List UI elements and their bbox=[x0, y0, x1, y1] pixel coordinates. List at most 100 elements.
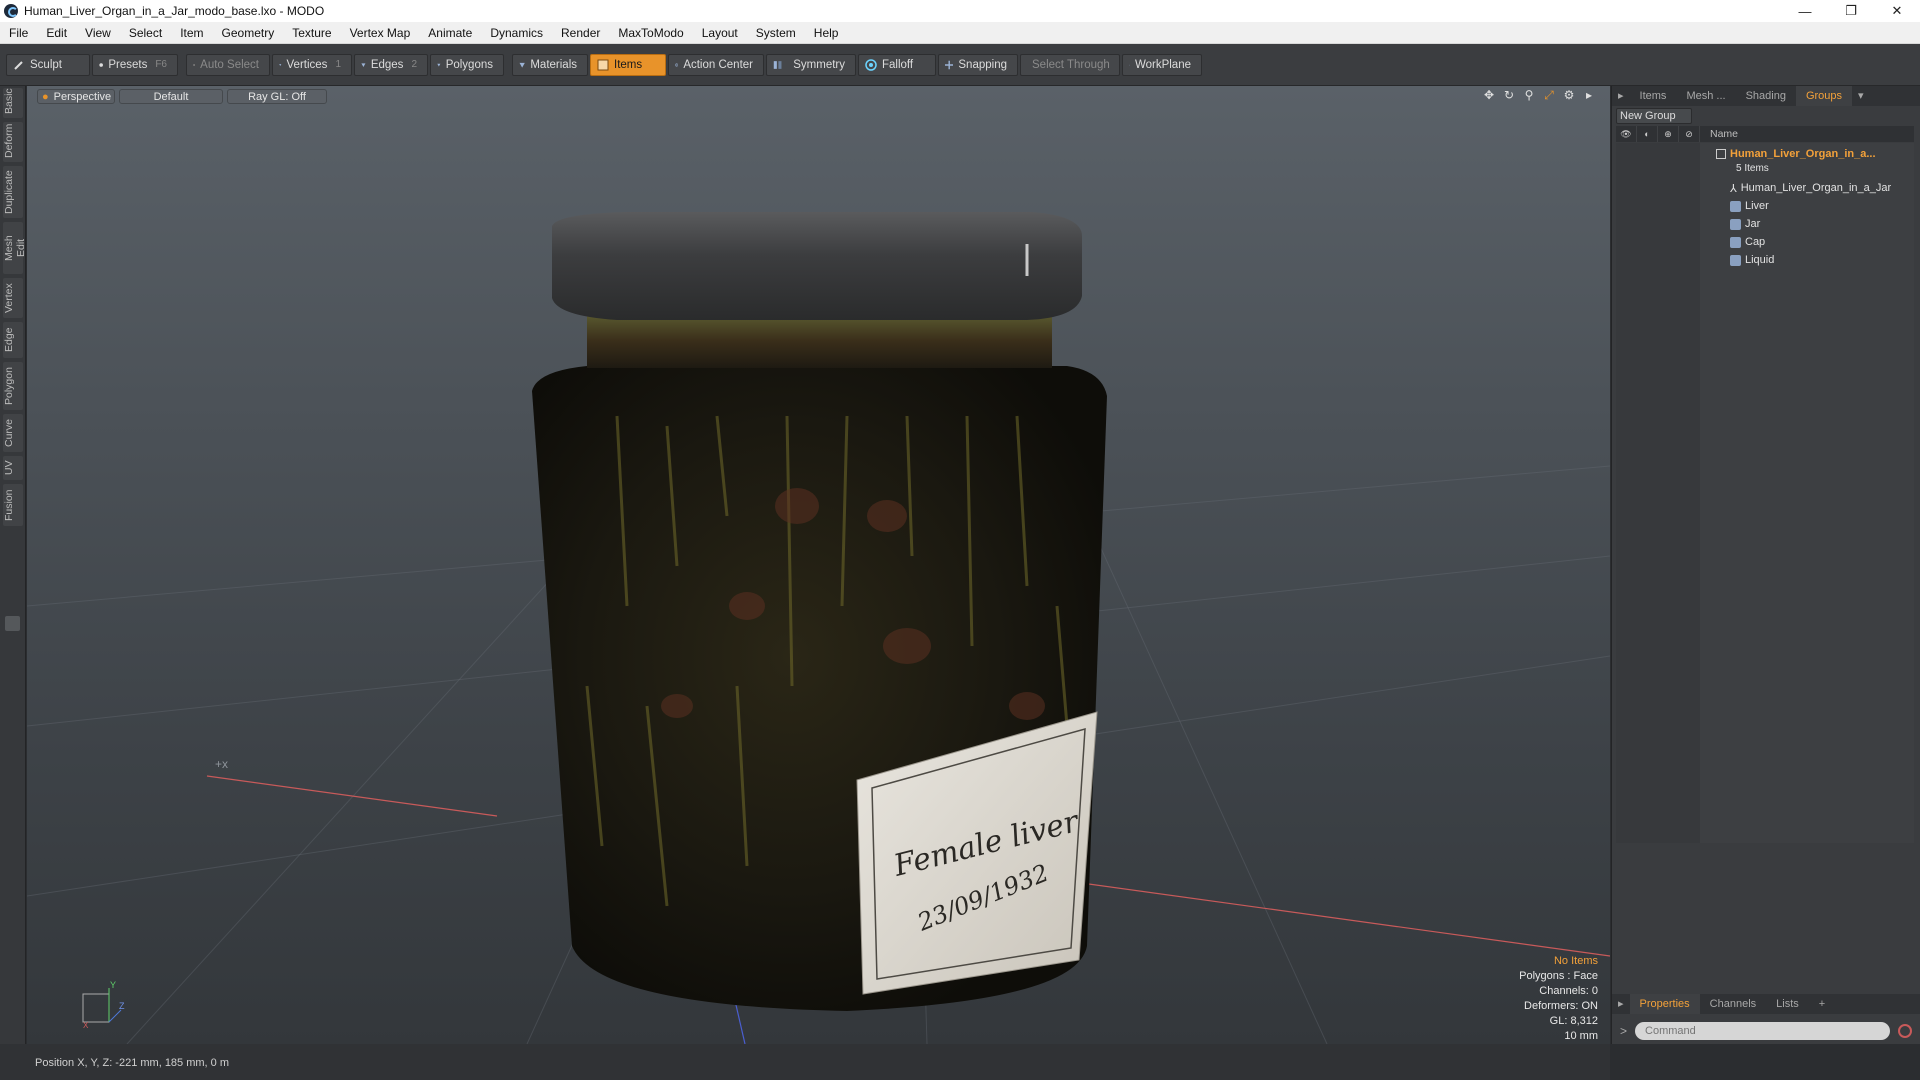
menu-dynamics[interactable]: Dynamics bbox=[481, 22, 552, 44]
edges-shortcut: 2 bbox=[411, 59, 417, 70]
list-item[interactable]: ⅄ Human_Liver_Organ_in_a_Jar bbox=[1730, 179, 1920, 197]
visibility-column-icon[interactable]: 👁 bbox=[1616, 126, 1637, 142]
select-through-label: Select Through bbox=[1032, 58, 1110, 71]
sculpt-button[interactable]: Sculpt bbox=[6, 53, 90, 76]
list-item[interactable]: Jar bbox=[1730, 215, 1920, 233]
select-through-button[interactable]: Select Through bbox=[1020, 53, 1120, 76]
polygons-button[interactable]: Polygons bbox=[430, 53, 504, 76]
menu-help[interactable]: Help bbox=[805, 22, 848, 44]
command-history-icon[interactable] bbox=[1898, 1024, 1913, 1038]
menu-view[interactable]: View bbox=[76, 22, 120, 44]
tab-channels[interactable]: Channels bbox=[1700, 994, 1766, 1014]
view-perspective-button[interactable]: ● Perspective bbox=[37, 88, 115, 104]
tab-mesh-edit[interactable]: Mesh Edit bbox=[3, 222, 27, 274]
materials-label: Materials bbox=[530, 58, 577, 71]
lock-column-icon[interactable]: ⊕ bbox=[1658, 126, 1679, 142]
minimize-button[interactable]: — bbox=[1782, 0, 1828, 22]
tab-polygon[interactable]: Polygon bbox=[3, 362, 23, 410]
materials-button[interactable]: Materials bbox=[512, 53, 588, 76]
stat-gl: GL: 8,312 bbox=[1549, 1015, 1598, 1027]
command-prompt-icon: > bbox=[1620, 1024, 1628, 1038]
menu-system[interactable]: System bbox=[747, 22, 805, 44]
tab-fusion[interactable]: Fusion bbox=[3, 484, 23, 526]
tab-basic[interactable]: Basic bbox=[3, 88, 23, 118]
fit-view-icon[interactable]: ⤢ bbox=[1542, 88, 1556, 103]
menu-edit[interactable]: Edit bbox=[37, 22, 76, 44]
presets-icon bbox=[99, 62, 103, 67]
add-tab-button[interactable]: + bbox=[1809, 994, 1835, 1014]
tab-curve[interactable]: Curve bbox=[3, 414, 23, 452]
presets-shortcut: F6 bbox=[155, 59, 167, 70]
panel-menu-icon[interactable]: ▸ bbox=[1612, 86, 1630, 106]
presets-button[interactable]: Presets F6 bbox=[92, 53, 178, 76]
tabs-dropdown-icon[interactable]: ▾ bbox=[1852, 86, 1870, 106]
menu-item[interactable]: Item bbox=[171, 22, 212, 44]
sculpt-label: Sculpt bbox=[30, 58, 62, 71]
brush-icon bbox=[14, 60, 23, 70]
vertices-button[interactable]: Vertices 1 bbox=[272, 53, 352, 76]
properties-tabs: ▸ Properties Channels Lists + bbox=[1612, 994, 1920, 1014]
menu-animate[interactable]: Animate bbox=[419, 22, 481, 44]
menu-maxtomodo[interactable]: MaxToModo bbox=[609, 22, 692, 44]
tab-deform[interactable]: Deform bbox=[3, 122, 23, 162]
tab-shading[interactable]: Shading bbox=[1736, 86, 1796, 106]
tab-mesh[interactable]: Mesh ... bbox=[1676, 86, 1735, 106]
workplane-label: WorkPlane bbox=[1134, 58, 1191, 71]
shading-default-button[interactable]: Default bbox=[119, 88, 223, 104]
list-item[interactable]: Cap bbox=[1730, 233, 1920, 251]
left-panel-toggle[interactable] bbox=[5, 616, 20, 631]
tab-groups[interactable]: Groups bbox=[1795, 86, 1853, 106]
tab-properties[interactable]: Properties bbox=[1629, 994, 1700, 1014]
group-list-header: 👁 ◐ ⊕ ⊘ Name bbox=[1616, 126, 1914, 142]
move-view-icon[interactable]: ✥ bbox=[1482, 88, 1496, 103]
list-item[interactable]: Liquid bbox=[1730, 251, 1920, 269]
auto-select-button[interactable]: Auto Select bbox=[186, 53, 270, 76]
viewport-expand-icon[interactable]: ▸ bbox=[1582, 88, 1596, 103]
axis-gizmo: Y Z X bbox=[82, 980, 125, 1030]
symmetry-button[interactable]: Symmetry bbox=[766, 53, 856, 76]
tab-lists[interactable]: Lists bbox=[1766, 994, 1809, 1014]
falloff-label: Falloff bbox=[882, 58, 914, 71]
status-bar: Position X, Y, Z: -221 mm, 185 mm, 0 m bbox=[0, 1044, 1610, 1080]
bottom-panel-menu-icon[interactable]: ▸ bbox=[1612, 994, 1630, 1014]
snapping-label: Snapping bbox=[958, 58, 1007, 71]
close-button[interactable]: ✕ bbox=[1874, 0, 1920, 22]
list-item[interactable]: Liver bbox=[1730, 197, 1920, 215]
left-tool-tabs: Basic Deform Duplicate Mesh Edit Vertex … bbox=[0, 86, 27, 1044]
menu-layout[interactable]: Layout bbox=[693, 22, 747, 44]
menu-select[interactable]: Select bbox=[120, 22, 171, 44]
menu-file[interactable]: File bbox=[0, 22, 37, 44]
tab-duplicate[interactable]: Duplicate bbox=[3, 166, 23, 218]
3d-viewport[interactable]: +x Female liver 23/09/1932 ● Perspective… bbox=[27, 86, 1610, 1044]
snapping-button[interactable]: Snapping bbox=[938, 53, 1018, 76]
items-icon bbox=[597, 59, 609, 70]
menu-texture[interactable]: Texture bbox=[283, 22, 340, 44]
view-label: Perspective bbox=[53, 90, 112, 103]
render-column-icon[interactable]: ◐ bbox=[1637, 126, 1658, 142]
menu-vertex-map[interactable]: Vertex Map bbox=[341, 22, 420, 44]
menu-geometry[interactable]: Geometry bbox=[213, 22, 284, 44]
tab-uv[interactable]: UV bbox=[3, 456, 23, 480]
edges-button[interactable]: Edges 2 bbox=[354, 53, 428, 76]
name-column-header[interactable]: Name bbox=[1700, 128, 1738, 140]
falloff-button[interactable]: Falloff bbox=[858, 53, 936, 76]
raygl-button[interactable]: Ray GL: Off bbox=[227, 88, 327, 104]
groups-panel: ▸ Items Mesh ... Shading Groups ▾ New Gr… bbox=[1611, 86, 1920, 1044]
tab-items[interactable]: Items bbox=[1630, 86, 1677, 106]
tab-edge[interactable]: Edge bbox=[3, 322, 23, 358]
viewport-settings-icon[interactable]: ⚙ bbox=[1562, 88, 1576, 103]
menu-render[interactable]: Render bbox=[552, 22, 609, 44]
new-group-button[interactable]: New Group bbox=[1616, 108, 1692, 124]
workplane-button[interactable]: WorkPlane bbox=[1122, 53, 1202, 76]
main-toolbar: Sculpt Presets F6 Auto Select Vertices 1… bbox=[0, 44, 1920, 86]
rotate-view-icon[interactable]: ↻ bbox=[1502, 88, 1516, 103]
restore-button[interactable]: ❐ bbox=[1828, 0, 1874, 22]
action-center-button[interactable]: Action Center bbox=[668, 53, 764, 76]
items-button[interactable]: Items bbox=[590, 53, 666, 76]
zoom-view-icon[interactable]: ⚲ bbox=[1522, 88, 1536, 103]
command-input[interactable] bbox=[1635, 1022, 1891, 1040]
right-panel-tabs: ▸ Items Mesh ... Shading Groups ▾ bbox=[1612, 86, 1920, 106]
stat-grid: 10 mm bbox=[1564, 1030, 1598, 1042]
select-column-icon[interactable]: ⊘ bbox=[1679, 126, 1700, 142]
tab-vertex[interactable]: Vertex bbox=[3, 278, 23, 318]
